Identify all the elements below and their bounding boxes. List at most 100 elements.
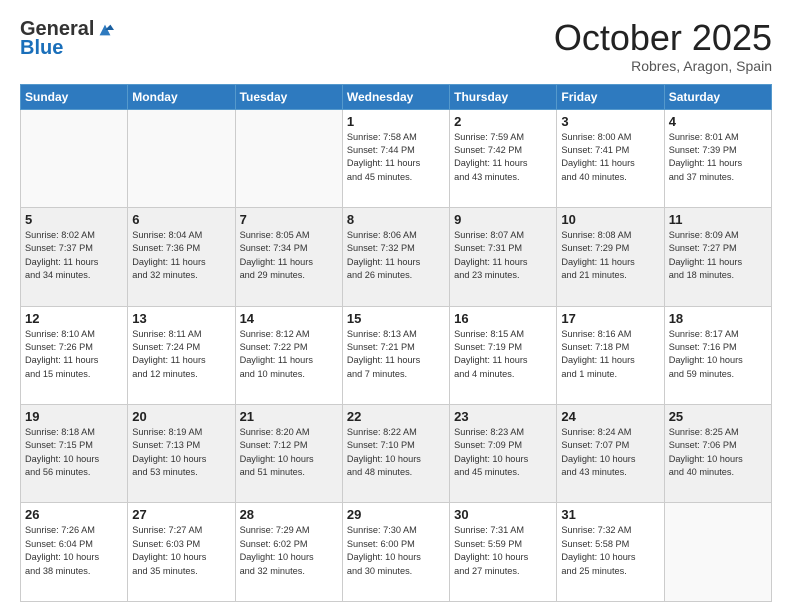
day-info: Sunrise: 8:08 AM Sunset: 7:29 PM Dayligh…: [561, 229, 659, 282]
calendar-cell: [235, 109, 342, 207]
day-info: Sunrise: 7:58 AM Sunset: 7:44 PM Dayligh…: [347, 131, 445, 184]
day-info: Sunrise: 8:16 AM Sunset: 7:18 PM Dayligh…: [561, 328, 659, 381]
day-info: Sunrise: 8:12 AM Sunset: 7:22 PM Dayligh…: [240, 328, 338, 381]
day-info: Sunrise: 8:23 AM Sunset: 7:09 PM Dayligh…: [454, 426, 552, 479]
day-info: Sunrise: 8:00 AM Sunset: 7:41 PM Dayligh…: [561, 131, 659, 184]
day-number: 25: [669, 409, 767, 424]
weekday-header-sunday: Sunday: [21, 84, 128, 109]
day-info: Sunrise: 8:17 AM Sunset: 7:16 PM Dayligh…: [669, 328, 767, 381]
calendar-table: SundayMondayTuesdayWednesdayThursdayFrid…: [20, 84, 772, 602]
page: General Blue October 2025 Robres, Aragon…: [0, 0, 792, 612]
calendar-cell: 11Sunrise: 8:09 AM Sunset: 7:27 PM Dayli…: [664, 208, 771, 306]
day-info: Sunrise: 8:13 AM Sunset: 7:21 PM Dayligh…: [347, 328, 445, 381]
day-info: Sunrise: 8:19 AM Sunset: 7:13 PM Dayligh…: [132, 426, 230, 479]
day-info: Sunrise: 8:04 AM Sunset: 7:36 PM Dayligh…: [132, 229, 230, 282]
weekday-header-friday: Friday: [557, 84, 664, 109]
day-info: Sunrise: 7:26 AM Sunset: 6:04 PM Dayligh…: [25, 524, 123, 577]
calendar-cell: 9 Sunrise: 8:07 AM Sunset: 7:31 PM Daylig…: [450, 208, 557, 306]
calendar-week-row: 1Sunrise: 7:58 AM Sunset: 7:44 PM Daylig…: [21, 109, 772, 207]
calendar-cell: 25Sunrise: 8:25 AM Sunset: 7:06 PM Dayli…: [664, 405, 771, 503]
calendar-week-row: 19Sunrise: 8:18 AM Sunset: 7:15 PM Dayli…: [21, 405, 772, 503]
day-info: Sunrise: 8:06 AM Sunset: 7:32 PM Dayligh…: [347, 229, 445, 282]
day-info: Sunrise: 8:05 AM Sunset: 7:34 PM Dayligh…: [240, 229, 338, 282]
month-title: October 2025: [554, 18, 772, 58]
weekday-header-saturday: Saturday: [664, 84, 771, 109]
header: General Blue October 2025 Robres, Aragon…: [20, 18, 772, 74]
weekday-header-row: SundayMondayTuesdayWednesdayThursdayFrid…: [21, 84, 772, 109]
logo-blue-text: Blue: [20, 37, 63, 60]
day-info: Sunrise: 7:32 AM Sunset: 5:58 PM Dayligh…: [561, 524, 659, 577]
day-number: 7: [240, 212, 338, 227]
logo-icon: [96, 21, 114, 39]
day-number: 20: [132, 409, 230, 424]
calendar-cell: 31Sunrise: 7:32 AM Sunset: 5:58 PM Dayli…: [557, 503, 664, 602]
day-info: Sunrise: 8:11 AM Sunset: 7:24 PM Dayligh…: [132, 328, 230, 381]
calendar-cell: 20 Sunrise: 8:19 AM Sunset: 7:13 PM Dayli…: [128, 405, 235, 503]
calendar-cell: [128, 109, 235, 207]
calendar-cell: 6 Sunrise: 8:04 AM Sunset: 7:36 PM Daylig…: [128, 208, 235, 306]
day-info: Sunrise: 7:29 AM Sunset: 6:02 PM Dayligh…: [240, 524, 338, 577]
day-info: Sunrise: 8:22 AM Sunset: 7:10 PM Dayligh…: [347, 426, 445, 479]
calendar-cell: 21Sunrise: 8:20 AM Sunset: 7:12 PM Dayli…: [235, 405, 342, 503]
day-number: 4: [669, 114, 767, 129]
day-number: 24: [561, 409, 659, 424]
day-number: 15: [347, 311, 445, 326]
weekday-header-monday: Monday: [128, 84, 235, 109]
calendar-cell: 30Sunrise: 7:31 AM Sunset: 5:59 PM Dayli…: [450, 503, 557, 602]
day-info: Sunrise: 7:30 AM Sunset: 6:00 PM Dayligh…: [347, 524, 445, 577]
day-number: 2: [454, 114, 552, 129]
calendar-cell: 14 Sunrise: 8:12 AM Sunset: 7:22 PM Dayli…: [235, 306, 342, 404]
calendar-cell: 18 Sunrise: 8:17 AM Sunset: 7:16 PM Dayli…: [664, 306, 771, 404]
day-number: 5: [25, 212, 123, 227]
day-number: 12: [25, 311, 123, 326]
day-info: Sunrise: 8:18 AM Sunset: 7:15 PM Dayligh…: [25, 426, 123, 479]
day-number: 11: [669, 212, 767, 227]
calendar-cell: 4 Sunrise: 8:01 AM Sunset: 7:39 PM Daylig…: [664, 109, 771, 207]
title-block: October 2025 Robres, Aragon, Spain: [554, 18, 772, 74]
calendar-week-row: 5 Sunrise: 8:02 AM Sunset: 7:37 PM Daylig…: [21, 208, 772, 306]
day-number: 8: [347, 212, 445, 227]
calendar-cell: [21, 109, 128, 207]
calendar-cell: 12 Sunrise: 8:10 AM Sunset: 7:26 PM Dayli…: [21, 306, 128, 404]
day-info: Sunrise: 7:27 AM Sunset: 6:03 PM Dayligh…: [132, 524, 230, 577]
calendar-cell: [664, 503, 771, 602]
calendar-week-row: 26Sunrise: 7:26 AM Sunset: 6:04 PM Dayli…: [21, 503, 772, 602]
calendar-cell: 16Sunrise: 8:15 AM Sunset: 7:19 PM Dayli…: [450, 306, 557, 404]
calendar-cell: 13Sunrise: 8:11 AM Sunset: 7:24 PM Dayli…: [128, 306, 235, 404]
calendar-cell: 17 Sunrise: 8:16 AM Sunset: 7:18 PM Dayli…: [557, 306, 664, 404]
calendar-cell: 5 Sunrise: 8:02 AM Sunset: 7:37 PM Daylig…: [21, 208, 128, 306]
calendar-cell: 28 Sunrise: 7:29 AM Sunset: 6:02 PM Dayli…: [235, 503, 342, 602]
weekday-header-tuesday: Tuesday: [235, 84, 342, 109]
day-info: Sunrise: 7:59 AM Sunset: 7:42 PM Dayligh…: [454, 131, 552, 184]
day-info: Sunrise: 8:10 AM Sunset: 7:26 PM Dayligh…: [25, 328, 123, 381]
calendar-cell: 7 Sunrise: 8:05 AM Sunset: 7:34 PM Daylig…: [235, 208, 342, 306]
day-number: 22: [347, 409, 445, 424]
calendar-cell: 3Sunrise: 8:00 AM Sunset: 7:41 PM Daylig…: [557, 109, 664, 207]
logo: General Blue: [20, 18, 114, 60]
calendar-cell: 15 Sunrise: 8:13 AM Sunset: 7:21 PM Dayli…: [342, 306, 449, 404]
day-number: 6: [132, 212, 230, 227]
day-info: Sunrise: 8:07 AM Sunset: 7:31 PM Dayligh…: [454, 229, 552, 282]
day-number: 27: [132, 507, 230, 522]
day-info: Sunrise: 8:24 AM Sunset: 7:07 PM Dayligh…: [561, 426, 659, 479]
calendar-cell: 22 Sunrise: 8:22 AM Sunset: 7:10 PM Dayli…: [342, 405, 449, 503]
calendar-cell: 10Sunrise: 8:08 AM Sunset: 7:29 PM Dayli…: [557, 208, 664, 306]
calendar-cell: 8 Sunrise: 8:06 AM Sunset: 7:32 PM Daylig…: [342, 208, 449, 306]
calendar-cell: 19Sunrise: 8:18 AM Sunset: 7:15 PM Dayli…: [21, 405, 128, 503]
calendar-cell: 24 Sunrise: 8:24 AM Sunset: 7:07 PM Dayli…: [557, 405, 664, 503]
day-number: 29: [347, 507, 445, 522]
day-number: 18: [669, 311, 767, 326]
calendar-cell: 2 Sunrise: 7:59 AM Sunset: 7:42 PM Daylig…: [450, 109, 557, 207]
calendar-cell: 1Sunrise: 7:58 AM Sunset: 7:44 PM Daylig…: [342, 109, 449, 207]
calendar-cell: 26Sunrise: 7:26 AM Sunset: 6:04 PM Dayli…: [21, 503, 128, 602]
calendar-cell: 27 Sunrise: 7:27 AM Sunset: 6:03 PM Dayli…: [128, 503, 235, 602]
weekday-header-wednesday: Wednesday: [342, 84, 449, 109]
calendar-cell: 29 Sunrise: 7:30 AM Sunset: 6:00 PM Dayli…: [342, 503, 449, 602]
day-number: 9: [454, 212, 552, 227]
day-info: Sunrise: 8:01 AM Sunset: 7:39 PM Dayligh…: [669, 131, 767, 184]
day-number: 28: [240, 507, 338, 522]
day-number: 14: [240, 311, 338, 326]
day-info: Sunrise: 8:15 AM Sunset: 7:19 PM Dayligh…: [454, 328, 552, 381]
day-number: 17: [561, 311, 659, 326]
day-info: Sunrise: 8:02 AM Sunset: 7:37 PM Dayligh…: [25, 229, 123, 282]
